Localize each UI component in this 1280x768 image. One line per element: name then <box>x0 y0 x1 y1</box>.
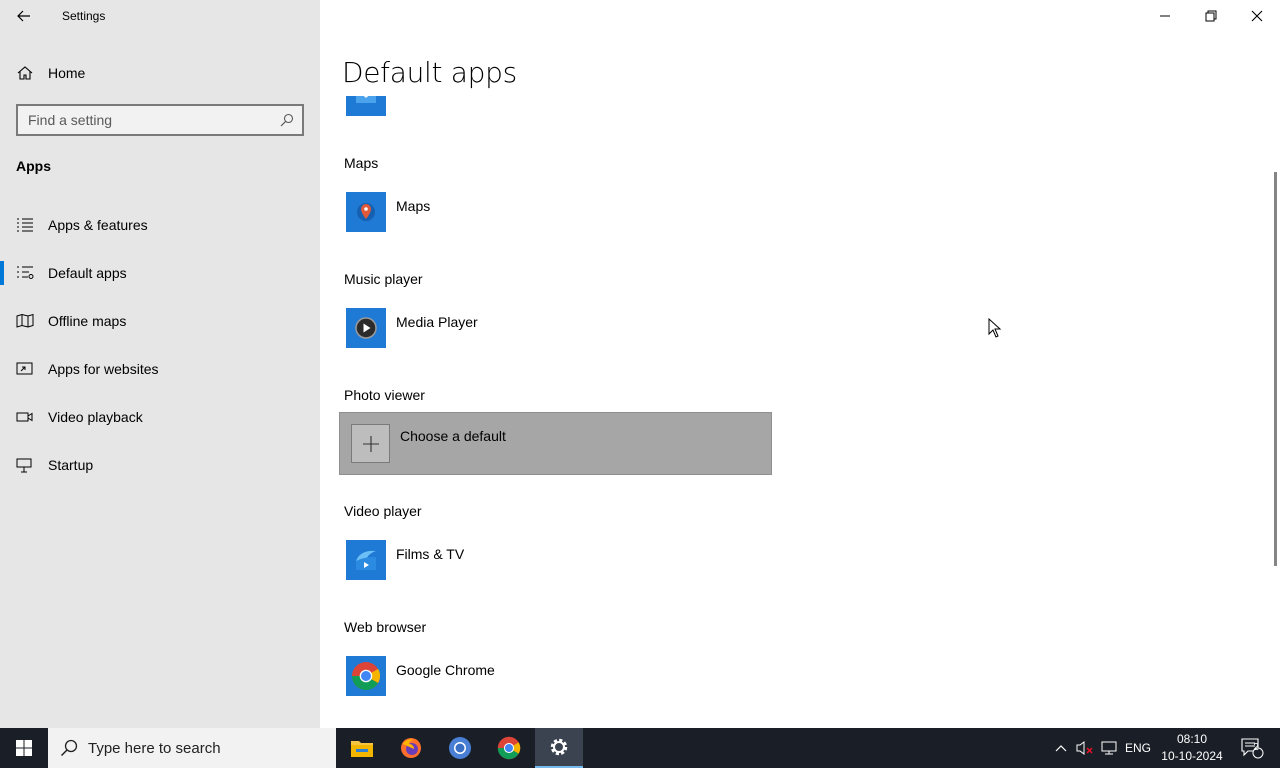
sidebar-item-label: Apps for websites <box>48 361 159 377</box>
show-hidden-icons-button[interactable] <box>1050 728 1072 768</box>
app-name: Google Chrome <box>396 662 495 678</box>
date-text: 10-10-2024 <box>1161 749 1223 763</box>
taskbar-search-box[interactable]: Type here to search <box>48 728 336 768</box>
default-apps-icon <box>17 266 34 279</box>
category-label-photo-viewer: Photo viewer <box>344 387 425 403</box>
sidebar-item-startup[interactable]: Startup <box>0 445 320 485</box>
chromium-icon <box>449 737 471 759</box>
category-label-music-player: Music player <box>344 271 423 287</box>
sidebar-item-label: Startup <box>48 457 94 473</box>
sidebar-item-offline-maps[interactable]: Offline maps <box>0 301 320 341</box>
volume-button[interactable] <box>1074 728 1096 768</box>
maps-icon <box>346 192 386 232</box>
list-icon <box>17 218 33 232</box>
taskbar-chrome[interactable] <box>485 728 533 768</box>
link-window-icon <box>16 362 33 375</box>
sidebar-item-label: Offline maps <box>48 313 127 329</box>
search-icon <box>60 739 78 757</box>
start-button[interactable] <box>0 728 48 768</box>
close-button[interactable] <box>1234 0 1280 32</box>
startup-icon <box>16 458 32 473</box>
restore-icon <box>1205 10 1217 22</box>
action-center-button[interactable]: 2 <box>1232 728 1272 768</box>
sidebar-item-apps-for-websites[interactable]: Apps for websites <box>0 349 320 389</box>
sidebar-item-label: Default apps <box>48 265 127 281</box>
sidebar: Settings Home Apps Apps & features Defau… <box>0 0 320 728</box>
taskbar-firefox[interactable] <box>387 728 435 768</box>
mouse-cursor-icon <box>988 318 1002 338</box>
sidebar-item-video-playback[interactable]: Video playback <box>0 397 320 437</box>
back-arrow-icon <box>17 10 30 22</box>
mail-icon <box>346 96 386 116</box>
close-icon <box>1251 10 1263 22</box>
network-button[interactable] <box>1098 728 1120 768</box>
windows-logo-icon <box>16 740 32 756</box>
app-name: Maps <box>396 198 431 214</box>
category-label-maps: Maps <box>344 155 379 171</box>
sidebar-item-apps-features[interactable]: Apps & features <box>0 205 320 245</box>
chrome-icon <box>346 656 386 696</box>
section-title: Apps <box>16 158 51 174</box>
app-name: Media Player <box>396 314 478 330</box>
choose-default-photo-viewer-button[interactable]: Choose a default <box>339 412 772 475</box>
sidebar-item-default-apps[interactable]: Default apps <box>0 253 320 293</box>
web-browser-app-button[interactable]: Google Chrome <box>344 656 774 700</box>
search-setting-input[interactable] <box>18 106 278 134</box>
category-label-web-browser: Web browser <box>344 619 427 635</box>
maps-app-button[interactable]: Maps <box>344 192 774 236</box>
network-icon <box>1101 741 1117 755</box>
window-title: Settings <box>62 9 106 23</box>
minimize-icon <box>1160 15 1170 17</box>
sidebar-item-label: Video playback <box>48 409 143 425</box>
search-icon[interactable] <box>280 113 294 127</box>
search-setting-box[interactable] <box>16 104 304 136</box>
email-app-button[interactable] <box>344 96 774 120</box>
plus-icon <box>351 424 390 463</box>
chevron-up-icon <box>1055 745 1067 752</box>
clock[interactable]: 08:10 10-10-2024 <box>1160 731 1224 765</box>
films-tv-icon <box>346 540 386 580</box>
time-text: 08:10 <box>1176 732 1208 746</box>
media-player-icon <box>346 308 386 348</box>
firefox-icon <box>401 738 421 758</box>
taskbar-chromium[interactable] <box>436 728 484 768</box>
choose-default-label: Choose a default <box>400 428 506 444</box>
app-name: Films & TV <box>396 546 465 562</box>
music-player-app-button[interactable]: Media Player <box>344 308 774 352</box>
video-player-app-button[interactable]: Films & TV <box>344 540 774 584</box>
home-icon <box>17 66 33 80</box>
language-indicator[interactable]: ENG <box>1122 728 1154 768</box>
file-explorer-icon <box>351 741 373 757</box>
restore-button[interactable] <box>1188 0 1234 32</box>
taskbar: Type here to search ENG 08:10 10-10-2024 <box>0 728 1280 768</box>
scrollbar-thumb[interactable] <box>1274 172 1277 566</box>
sidebar-item-home[interactable]: Home <box>0 56 320 90</box>
default-apps-list: Maps Maps Music player Media Player Phot… <box>320 96 1260 728</box>
taskbar-file-explorer[interactable] <box>338 728 386 768</box>
chrome-icon <box>497 736 521 760</box>
category-label-video-player: Video player <box>344 503 422 519</box>
taskbar-settings[interactable] <box>535 728 583 768</box>
back-button[interactable] <box>10 4 38 28</box>
speaker-muted-icon <box>1076 741 1093 755</box>
notification-count: 2 <box>1253 742 1259 753</box>
settings-icon <box>550 738 568 756</box>
video-icon <box>16 412 33 422</box>
sidebar-item-label: Home <box>48 65 86 81</box>
map-icon <box>16 313 34 328</box>
taskbar-search-placeholder: Type here to search <box>88 740 221 757</box>
page-title: Default apps <box>342 56 517 89</box>
minimize-button[interactable] <box>1142 0 1188 32</box>
sidebar-item-label: Apps & features <box>48 217 148 233</box>
